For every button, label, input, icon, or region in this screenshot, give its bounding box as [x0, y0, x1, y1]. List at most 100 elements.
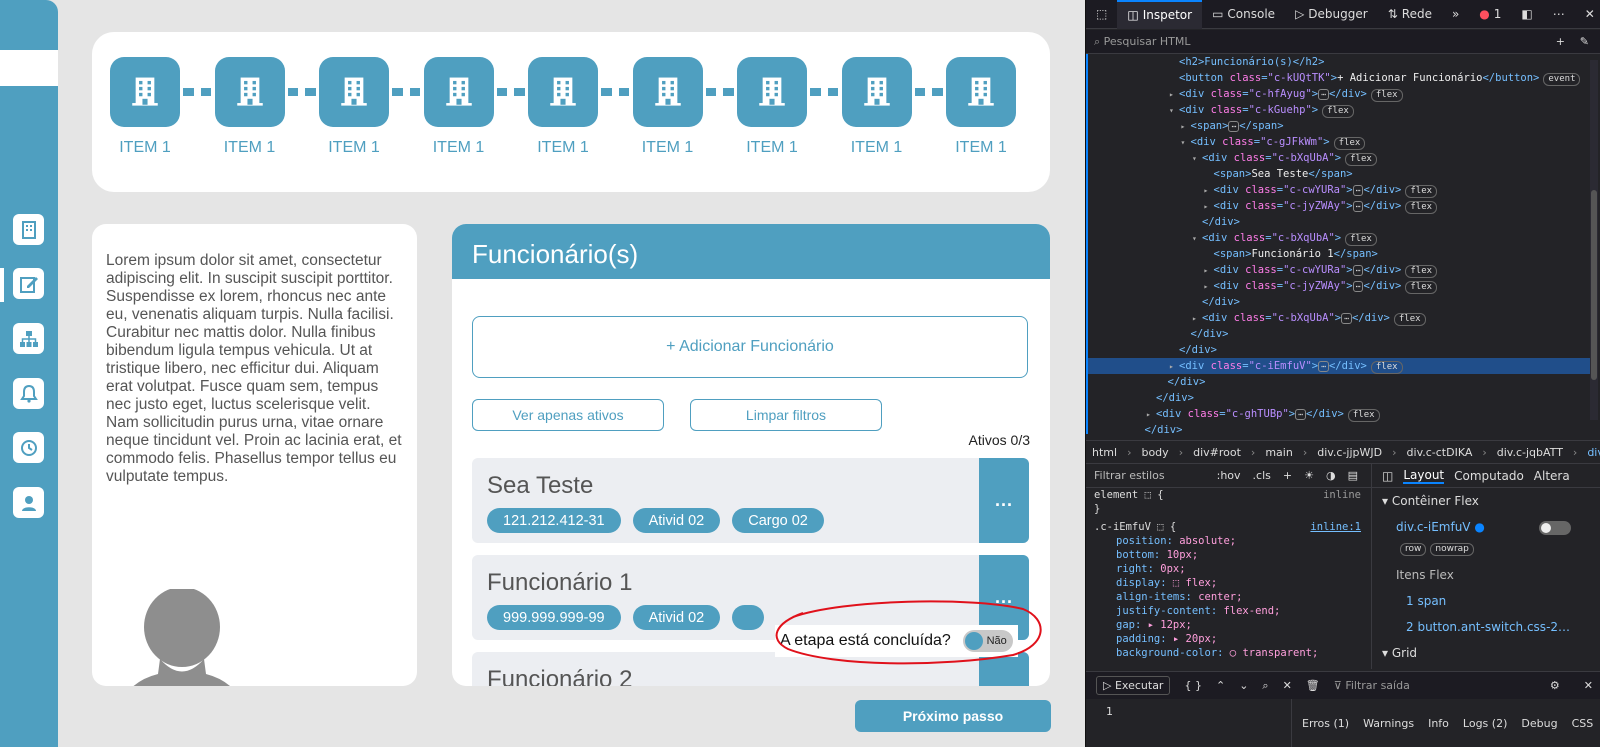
css-declaration[interactable]: justify-content: flex-end; [1086, 604, 1371, 618]
css-declaration[interactable]: right: 0px; [1086, 562, 1371, 576]
step-item[interactable]: ITEM 1 [841, 57, 912, 157]
css-declaration[interactable]: background-color: ◯ transparent; [1086, 646, 1371, 660]
breadcrumb-item[interactable]: div.c-jqbATT [1497, 446, 1563, 459]
print-icon[interactable]: ▤ [1348, 469, 1358, 482]
css-declaration[interactable]: align-items: center; [1086, 590, 1371, 604]
dom-node[interactable]: ▾ <div class="c-gJFkWm"> flex [1088, 134, 1591, 150]
next-step-button[interactable]: Próximo passo [855, 700, 1051, 732]
step-item[interactable]: ITEM 1 [737, 57, 807, 157]
dom-node[interactable]: ▾ <div class="c-kGuehp"> flex [1088, 102, 1591, 118]
tab-layout[interactable]: Layout [1403, 468, 1445, 484]
more-tabs-icon[interactable]: » [1442, 0, 1469, 29]
flex-item[interactable]: 2 button.ant-switch.css-2… [1372, 614, 1600, 640]
close-editor-icon[interactable]: ✕ [1283, 679, 1292, 692]
step-item[interactable]: ITEM 1 [214, 57, 285, 157]
close-icon[interactable]: ✕ [1575, 0, 1600, 29]
dom-node[interactable]: ▸ <div class="c-iEmfuV"> ⋯ </div> flex [1088, 358, 1591, 374]
dom-node[interactable]: </div> [1088, 214, 1591, 230]
dock-icon[interactable]: ◧ [1511, 0, 1542, 29]
settings-icon[interactable]: ⚙ [1550, 679, 1560, 692]
step-item[interactable]: ITEM 1 [423, 57, 494, 157]
cls-toggle[interactable]: .cls [1253, 469, 1271, 482]
dom-node[interactable]: ▸ <div class="c-jyZWAy"> ⋯ </div> flex [1088, 198, 1591, 214]
breadcrumb-item[interactable]: div.c-jjpWJD [1317, 446, 1382, 459]
dom-node[interactable]: </div> [1088, 342, 1591, 358]
sidebar-toggle-icon[interactable]: ◫ [1382, 469, 1393, 483]
grid-section[interactable]: ▾ Grid [1372, 640, 1600, 666]
log-level-filter[interactable]: CSS [1572, 717, 1594, 730]
hov-toggle[interactable]: :hov [1217, 469, 1241, 482]
log-level-filter[interactable]: Debug [1521, 717, 1557, 730]
rule-close[interactable]: } [1086, 502, 1371, 516]
dom-node[interactable]: ▸ <div class="c-cwYURa"> ⋯ </div> flex [1088, 262, 1591, 278]
dom-node[interactable]: <h2>Funcionário(s)</h2> [1088, 54, 1591, 70]
employee-card[interactable]: Funcionário 2... [472, 652, 1029, 686]
step-item[interactable]: ITEM 1 [632, 57, 703, 157]
chevron-down-icon[interactable]: ⌄ [1239, 679, 1248, 692]
tab-debugger[interactable]: ▷ Debugger [1285, 0, 1378, 29]
edit-icon[interactable] [13, 268, 44, 299]
dom-node[interactable]: <span>Funcionário 1</span> [1088, 246, 1591, 262]
step-done-switch[interactable]: Não [962, 630, 1013, 652]
log-level-filter[interactable]: Warnings [1363, 717, 1414, 730]
css-declaration[interactable]: position: absolute; [1086, 534, 1371, 548]
pick-element-icon[interactable]: ⬚ [1086, 0, 1117, 29]
building-icon[interactable] [13, 214, 44, 245]
more-options-button[interactable]: ... [979, 458, 1029, 543]
tab-console[interactable]: ▭ Console [1202, 0, 1285, 29]
dom-node[interactable]: </div> [1088, 374, 1591, 390]
log-level-filter[interactable]: Logs (2) [1463, 717, 1507, 730]
log-level-filter[interactable]: Info [1428, 717, 1449, 730]
log-level-filter[interactable]: Erros (1) [1302, 717, 1349, 730]
dom-node[interactable]: ▸ <div class="c-cwYURa"> ⋯ </div> flex [1088, 182, 1591, 198]
light-mode-icon[interactable]: ☀ [1304, 469, 1314, 482]
dom-tree-scrollbar[interactable] [1590, 60, 1598, 420]
add-rule-icon[interactable]: + [1283, 469, 1292, 482]
execute-button[interactable]: ▷ Executar [1096, 676, 1171, 695]
chevron-up-icon[interactable]: ⌃ [1216, 679, 1225, 692]
element-rule[interactable]: element ⬚ {inline [1086, 488, 1371, 502]
user-icon[interactable] [13, 487, 44, 518]
dom-node[interactable]: </div> [1088, 390, 1591, 406]
step-item[interactable]: ITEM 1 [528, 57, 598, 157]
zoom-icon[interactable]: ⌕ [1262, 679, 1268, 693]
step-item[interactable]: ITEM 1 [110, 57, 180, 157]
breadcrumb-item[interactable]: main [1265, 446, 1292, 459]
eyedropper-icon[interactable]: ✎ [1580, 35, 1589, 48]
flex-item[interactable]: 1 span [1372, 588, 1600, 614]
css-declaration[interactable]: display: ⬚ flex; [1086, 576, 1371, 590]
dom-node[interactable]: <span>Sea Teste</span> [1088, 166, 1591, 182]
dom-node[interactable]: ▸ <div class="c-hfAyug"> ⋯ </div> flex [1088, 86, 1591, 102]
html-search[interactable]: ⌕ Pesquisar HTML + ✎ [1086, 30, 1600, 54]
dom-node[interactable]: </div> [1088, 422, 1591, 434]
error-indicator[interactable]: ● 1 [1469, 0, 1511, 29]
more-options-button[interactable]: ... [979, 652, 1029, 686]
dom-node[interactable]: ▸ <div class="c-bXqUbA"> ⋯ </div> flex [1088, 310, 1591, 326]
trash-icon[interactable]: 🗑 [1306, 679, 1320, 692]
dark-mode-icon[interactable]: ◑ [1326, 469, 1336, 482]
css-declaration[interactable]: gap: ▸ 12px; [1086, 618, 1371, 632]
flex-overlay-toggle[interactable] [1539, 521, 1571, 535]
dom-node[interactable]: </div> [1088, 294, 1591, 310]
filter-styles-input[interactable]: Filtrar estilos [1094, 469, 1165, 482]
dom-node[interactable]: ▸ <div class="c-jyZWAy"> ⋯ </div> flex [1088, 278, 1591, 294]
flex-container-section[interactable]: ▾ Contêiner Flex [1372, 488, 1600, 514]
selector-line[interactable]: .c-iEmfuV ⬚ {inline:1 [1086, 520, 1371, 534]
clear-filters-button[interactable]: Limpar filtros [690, 399, 882, 431]
menu-icon[interactable]: ⋯ [1543, 0, 1575, 29]
close-console-icon[interactable]: ✕ [1584, 679, 1593, 692]
tab-computado[interactable]: Computado [1454, 469, 1524, 483]
dom-node[interactable]: ▸ <span> ⋯ </span> [1088, 118, 1591, 134]
filter-active-button[interactable]: Ver apenas ativos [472, 399, 664, 431]
filter-output-input[interactable]: ⊽ Filtrar saída [1334, 679, 1410, 692]
dom-node[interactable]: ▾ <div class="c-bXqUbA"> flex [1088, 150, 1591, 166]
tab-altera[interactable]: Altera [1534, 469, 1570, 483]
breadcrumb-item[interactable]: body [1141, 446, 1168, 459]
add-employee-button[interactable]: + Adicionar Funcionário [472, 316, 1028, 378]
multiline-toggle[interactable]: { } [1184, 679, 1202, 692]
dom-node[interactable]: <button class="c-kUQtTK">+ Adicionar Fun… [1088, 70, 1591, 86]
tab-inspector[interactable]: ◫ Inspetor [1117, 0, 1203, 29]
dom-node[interactable]: ▾ <div class="c-bXqUbA"> flex [1088, 230, 1591, 246]
breadcrumb-item[interactable]: div#root [1193, 446, 1241, 459]
css-declaration[interactable]: padding: ▸ 20px; [1086, 632, 1371, 646]
